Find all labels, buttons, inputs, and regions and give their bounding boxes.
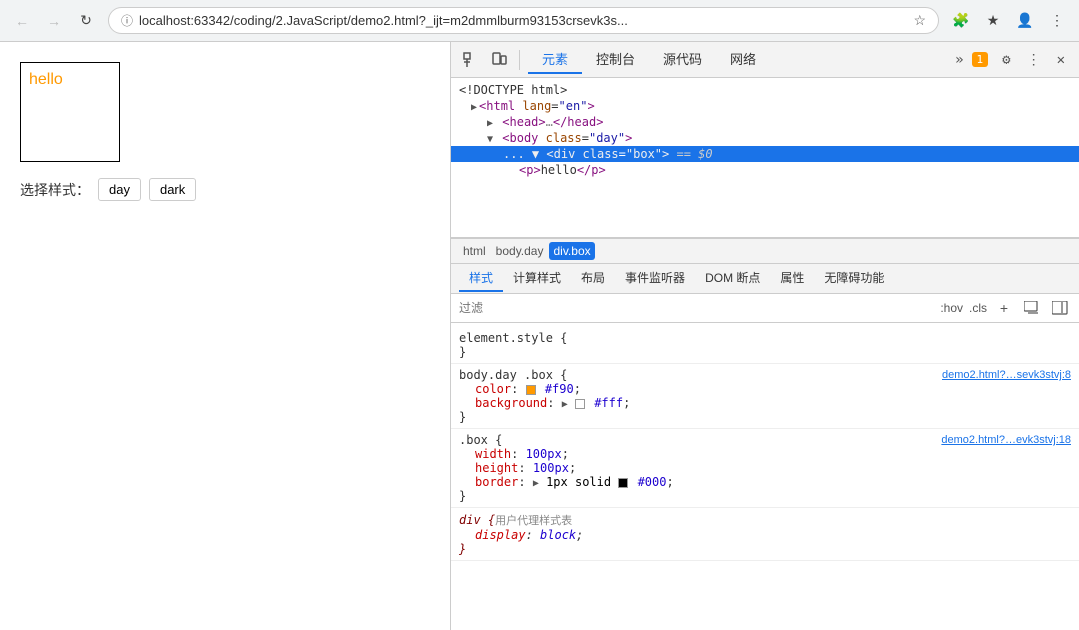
tab-layout[interactable]: 布局 bbox=[571, 265, 615, 292]
css-rule-div-ua: div { 用户代理样式表 display: block; } bbox=[451, 508, 1079, 561]
css-rule-close-1: } bbox=[459, 345, 1071, 359]
style-selector: 选择样式： day dark bbox=[20, 178, 430, 201]
elem-body[interactable]: ▼ <body class="day"> bbox=[451, 130, 1079, 146]
lock-icon: ⓘ bbox=[121, 12, 133, 29]
devtools-close-icon[interactable]: ✕ bbox=[1051, 48, 1071, 72]
css-selector-div: div { bbox=[459, 513, 495, 527]
error-badge[interactable]: 1 bbox=[972, 52, 989, 67]
css-selector-element-style: element.style { bbox=[459, 331, 1071, 345]
filter-input[interactable] bbox=[459, 301, 934, 315]
toggle-sidebar-button[interactable] bbox=[1049, 297, 1071, 319]
profile-icon[interactable]: 👤 bbox=[1011, 7, 1039, 35]
css-rule-box: .box { demo2.html?…evk3stvj:18 width: 10… bbox=[451, 429, 1079, 508]
back-button[interactable]: ← bbox=[8, 7, 36, 35]
style-selector-label: 选择样式： bbox=[20, 180, 90, 200]
add-style-button[interactable]: + bbox=[993, 297, 1015, 319]
reload-button[interactable]: ↻ bbox=[72, 7, 100, 35]
expand-border-icon[interactable]: ▶ bbox=[533, 478, 539, 489]
tab-accessibility[interactable]: 无障碍功能 bbox=[814, 265, 894, 292]
ua-stylesheet-label: 用户代理样式表 bbox=[495, 512, 572, 528]
main-area: hello 选择样式： day dark bbox=[0, 42, 1079, 630]
star-icon[interactable]: ★ bbox=[979, 7, 1007, 35]
dark-button[interactable]: dark bbox=[149, 178, 196, 201]
extensions-icon[interactable]: 🧩 bbox=[947, 7, 975, 35]
devtools-top-tabs: 元素 控制台 源代码 网络 » bbox=[528, 45, 968, 74]
breadcrumb-html[interactable]: html bbox=[459, 242, 490, 260]
toolbar-separator bbox=[519, 50, 520, 70]
devtools-panel: 元素 控制台 源代码 网络 » 1 ⚙ ⋮ ✕ <!DOCTYPE html> … bbox=[450, 42, 1079, 630]
breadcrumb-bar: html body.day div.box bbox=[451, 238, 1079, 264]
css-rule-element-style: element.style { } bbox=[451, 327, 1079, 364]
css-source-2[interactable]: demo2.html?…evk3stvj:18 bbox=[941, 434, 1071, 446]
css-rules: element.style { } body.day .box { demo2.… bbox=[451, 323, 1079, 630]
tab-console[interactable]: 控制台 bbox=[582, 45, 649, 74]
menu-icon[interactable]: ⋮ bbox=[1043, 7, 1071, 35]
new-rule-button[interactable] bbox=[1021, 297, 1043, 319]
filter-bar: :hov .cls + bbox=[451, 294, 1079, 323]
color-swatch-fff[interactable] bbox=[575, 399, 585, 409]
demo-hello-text: hello bbox=[29, 71, 63, 89]
tab-computed[interactable]: 计算样式 bbox=[503, 265, 571, 292]
day-button[interactable]: day bbox=[98, 178, 141, 201]
expand-background-icon[interactable]: ▶ bbox=[562, 399, 568, 410]
css-prop-height: height: 100px; bbox=[459, 461, 1071, 475]
breadcrumb-body[interactable]: body.day bbox=[492, 242, 548, 260]
tab-properties[interactable]: 属性 bbox=[770, 265, 814, 292]
css-rule-close-4: } bbox=[459, 542, 1071, 556]
bookmark-icon[interactable]: ☆ bbox=[913, 12, 926, 29]
devtools-toolbar: 元素 控制台 源代码 网络 » 1 ⚙ ⋮ ✕ bbox=[451, 42, 1079, 78]
tab-style[interactable]: 样式 bbox=[459, 265, 503, 292]
devtools-menu-icon[interactable]: ⋮ bbox=[1021, 48, 1047, 72]
address-bar[interactable]: ⓘ localhost:63342/coding/2.JavaScript/de… bbox=[108, 7, 939, 34]
inspect-icon[interactable] bbox=[459, 48, 483, 72]
page-content: hello 选择样式： day dark bbox=[0, 42, 450, 630]
tab-sources[interactable]: 源代码 bbox=[649, 45, 716, 74]
filter-pseudo-label[interactable]: :hov bbox=[940, 301, 963, 315]
css-rule-close-2: } bbox=[459, 410, 1071, 424]
filter-cls-label[interactable]: .cls bbox=[969, 301, 987, 315]
style-tabs: 样式 计算样式 布局 事件监听器 DOM 断点 属性 无障碍功能 bbox=[451, 264, 1079, 294]
elem-p-hello[interactable]: <p>hello</p> bbox=[451, 162, 1079, 178]
elem-doctype: <!DOCTYPE html> bbox=[451, 82, 1079, 98]
tab-network[interactable]: 网络 bbox=[716, 45, 770, 74]
breadcrumb-div[interactable]: div.box bbox=[549, 242, 594, 260]
tab-event-listeners[interactable]: 事件监听器 bbox=[615, 265, 695, 292]
css-rule-body-day-box: body.day .box { demo2.html?…sevk3stvj:8 … bbox=[451, 364, 1079, 429]
more-tabs-button[interactable]: » bbox=[951, 48, 967, 72]
nav-buttons: ← → ↻ bbox=[8, 7, 100, 35]
css-selector-body-day-box: body.day .box { bbox=[459, 368, 567, 382]
css-prop-color: color: #f90; bbox=[459, 382, 1071, 396]
css-prop-background: background: ▶ #fff; bbox=[459, 396, 1071, 410]
color-swatch-f90[interactable] bbox=[526, 385, 536, 395]
address-text: localhost:63342/coding/2.JavaScript/demo… bbox=[139, 13, 907, 28]
elem-html[interactable]: ▶<html lang="en"> bbox=[451, 98, 1079, 114]
tab-dom-breakpoints[interactable]: DOM 断点 bbox=[695, 265, 770, 292]
css-prop-width: width: 100px; bbox=[459, 447, 1071, 461]
elem-div-box[interactable]: ... ▼ <div class="box"> == $0 bbox=[451, 146, 1079, 162]
css-selector-box: .box { bbox=[459, 433, 502, 447]
css-prop-border: border: ▶ 1px solid #000; bbox=[459, 475, 1071, 489]
forward-button[interactable]: → bbox=[40, 7, 68, 35]
device-icon[interactable] bbox=[487, 48, 511, 72]
browser-actions: 🧩 ★ 👤 ⋮ bbox=[947, 7, 1071, 35]
settings-icon[interactable]: ⚙ bbox=[996, 48, 1016, 72]
css-source-1[interactable]: demo2.html?…sevk3stvj:8 bbox=[942, 369, 1071, 381]
browser-chrome: ← → ↻ ⓘ localhost:63342/coding/2.JavaScr… bbox=[0, 0, 1079, 42]
elements-panel: <!DOCTYPE html> ▶<html lang="en"> ▶ <hea… bbox=[451, 78, 1079, 238]
tab-elements[interactable]: 元素 bbox=[528, 45, 582, 74]
css-rule-close-3: } bbox=[459, 489, 1071, 503]
demo-box: hello bbox=[20, 62, 120, 162]
css-prop-display: display: block; bbox=[459, 528, 1071, 542]
elem-head[interactable]: ▶ <head>…</head> bbox=[451, 114, 1079, 130]
color-swatch-000[interactable] bbox=[618, 478, 628, 488]
